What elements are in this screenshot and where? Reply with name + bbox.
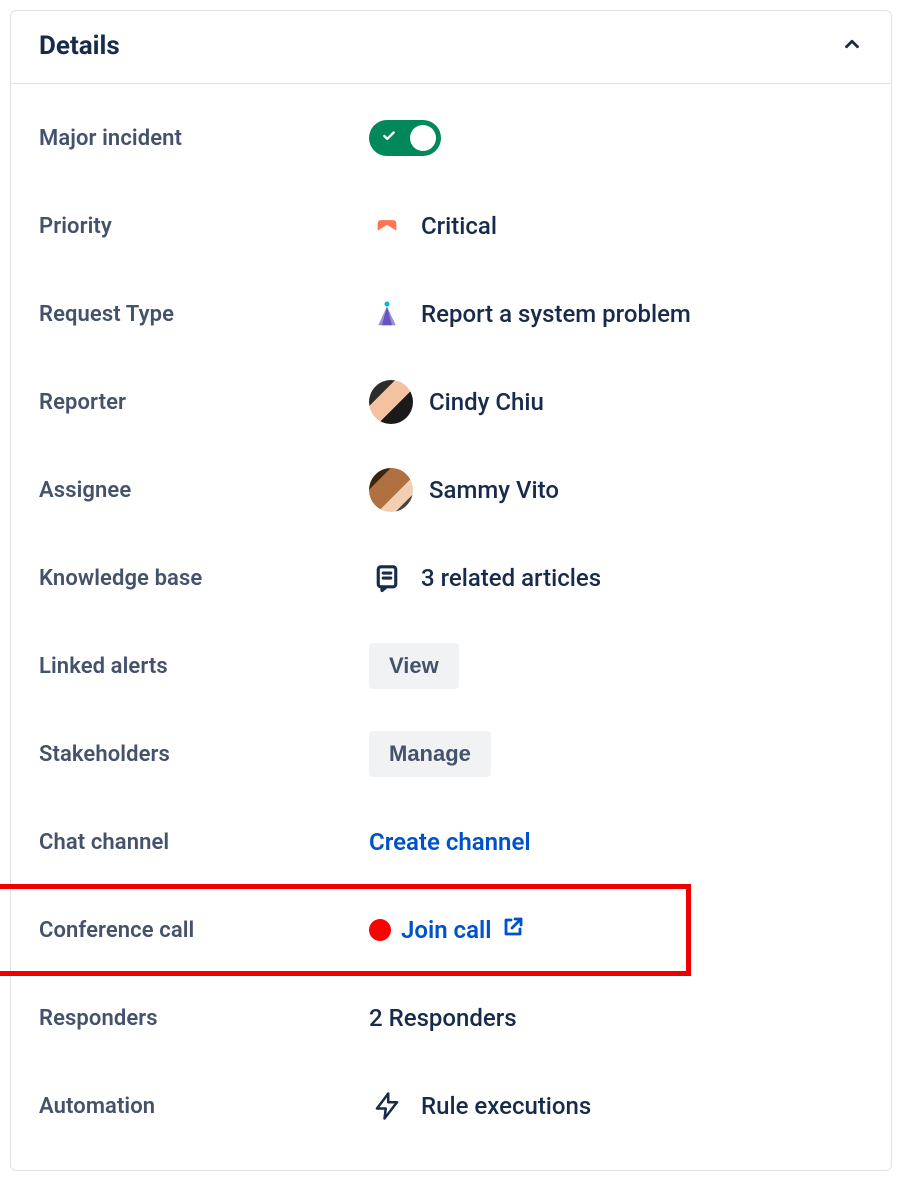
field-conference-call: Conference call Join call xyxy=(11,906,891,954)
priority-critical-icon xyxy=(369,208,405,244)
field-priority: Priority Critical xyxy=(11,202,891,250)
field-request-type: Request Type Report a system problem xyxy=(11,290,891,338)
join-call-text: Join call xyxy=(401,916,491,944)
view-alerts-button[interactable]: View xyxy=(369,643,459,689)
knowledge-base-icon xyxy=(369,560,405,596)
field-label: Responders xyxy=(39,1006,369,1031)
field-reporter: Reporter Cindy Chiu xyxy=(11,378,891,426)
create-channel-link[interactable]: Create channel xyxy=(369,828,531,856)
automation-value[interactable]: Rule executions xyxy=(421,1092,591,1120)
manage-stakeholders-button[interactable]: Manage xyxy=(369,731,491,777)
lightning-bolt-icon xyxy=(369,1088,405,1124)
panel-title: Details xyxy=(39,31,120,61)
field-linked-alerts: Linked alerts View xyxy=(11,642,891,690)
field-label: Stakeholders xyxy=(39,742,369,767)
panel-body: Major incident Priority Critical Requ xyxy=(11,84,891,1170)
field-label: Automation xyxy=(39,1094,369,1119)
major-incident-toggle[interactable] xyxy=(369,120,441,156)
field-label: Request Type xyxy=(39,302,369,327)
priority-value[interactable]: Critical xyxy=(421,212,497,240)
join-call-link[interactable]: Join call xyxy=(369,915,525,945)
knowledge-base-value[interactable]: 3 related articles xyxy=(421,564,601,592)
field-label: Conference call xyxy=(39,918,369,943)
field-label: Knowledge base xyxy=(39,566,369,591)
field-knowledge-base: Knowledge base 3 related articles xyxy=(11,554,891,602)
field-label: Linked alerts xyxy=(39,654,369,679)
field-chat-channel: Chat channel Create channel xyxy=(11,818,891,866)
field-label: Major incident xyxy=(39,126,369,151)
assignee-name[interactable]: Sammy Vito xyxy=(429,476,559,504)
reporter-avatar[interactable] xyxy=(369,380,413,424)
details-header[interactable]: Details xyxy=(11,11,891,84)
field-label: Reporter xyxy=(39,390,369,415)
chevron-up-icon xyxy=(841,33,863,59)
recording-indicator-icon xyxy=(369,919,391,941)
field-assignee: Assignee Sammy Vito xyxy=(11,466,891,514)
field-stakeholders: Stakeholders Manage xyxy=(11,730,891,778)
field-label: Chat channel xyxy=(39,830,369,855)
details-panel: Details Major incident Priority xyxy=(10,10,892,1171)
toggle-knob xyxy=(410,125,436,151)
check-icon xyxy=(382,129,396,147)
field-responders: Responders 2 Responders xyxy=(11,994,891,1042)
reporter-name[interactable]: Cindy Chiu xyxy=(429,388,544,416)
field-label: Assignee xyxy=(39,478,369,503)
field-automation: Automation Rule executions xyxy=(11,1082,891,1130)
request-type-icon xyxy=(369,296,405,332)
request-type-value[interactable]: Report a system problem xyxy=(421,300,691,328)
field-major-incident: Major incident xyxy=(11,114,891,162)
responders-value[interactable]: 2 Responders xyxy=(369,1004,517,1032)
assignee-avatar[interactable] xyxy=(369,468,413,512)
field-label: Priority xyxy=(39,214,369,239)
external-link-icon xyxy=(501,915,525,945)
